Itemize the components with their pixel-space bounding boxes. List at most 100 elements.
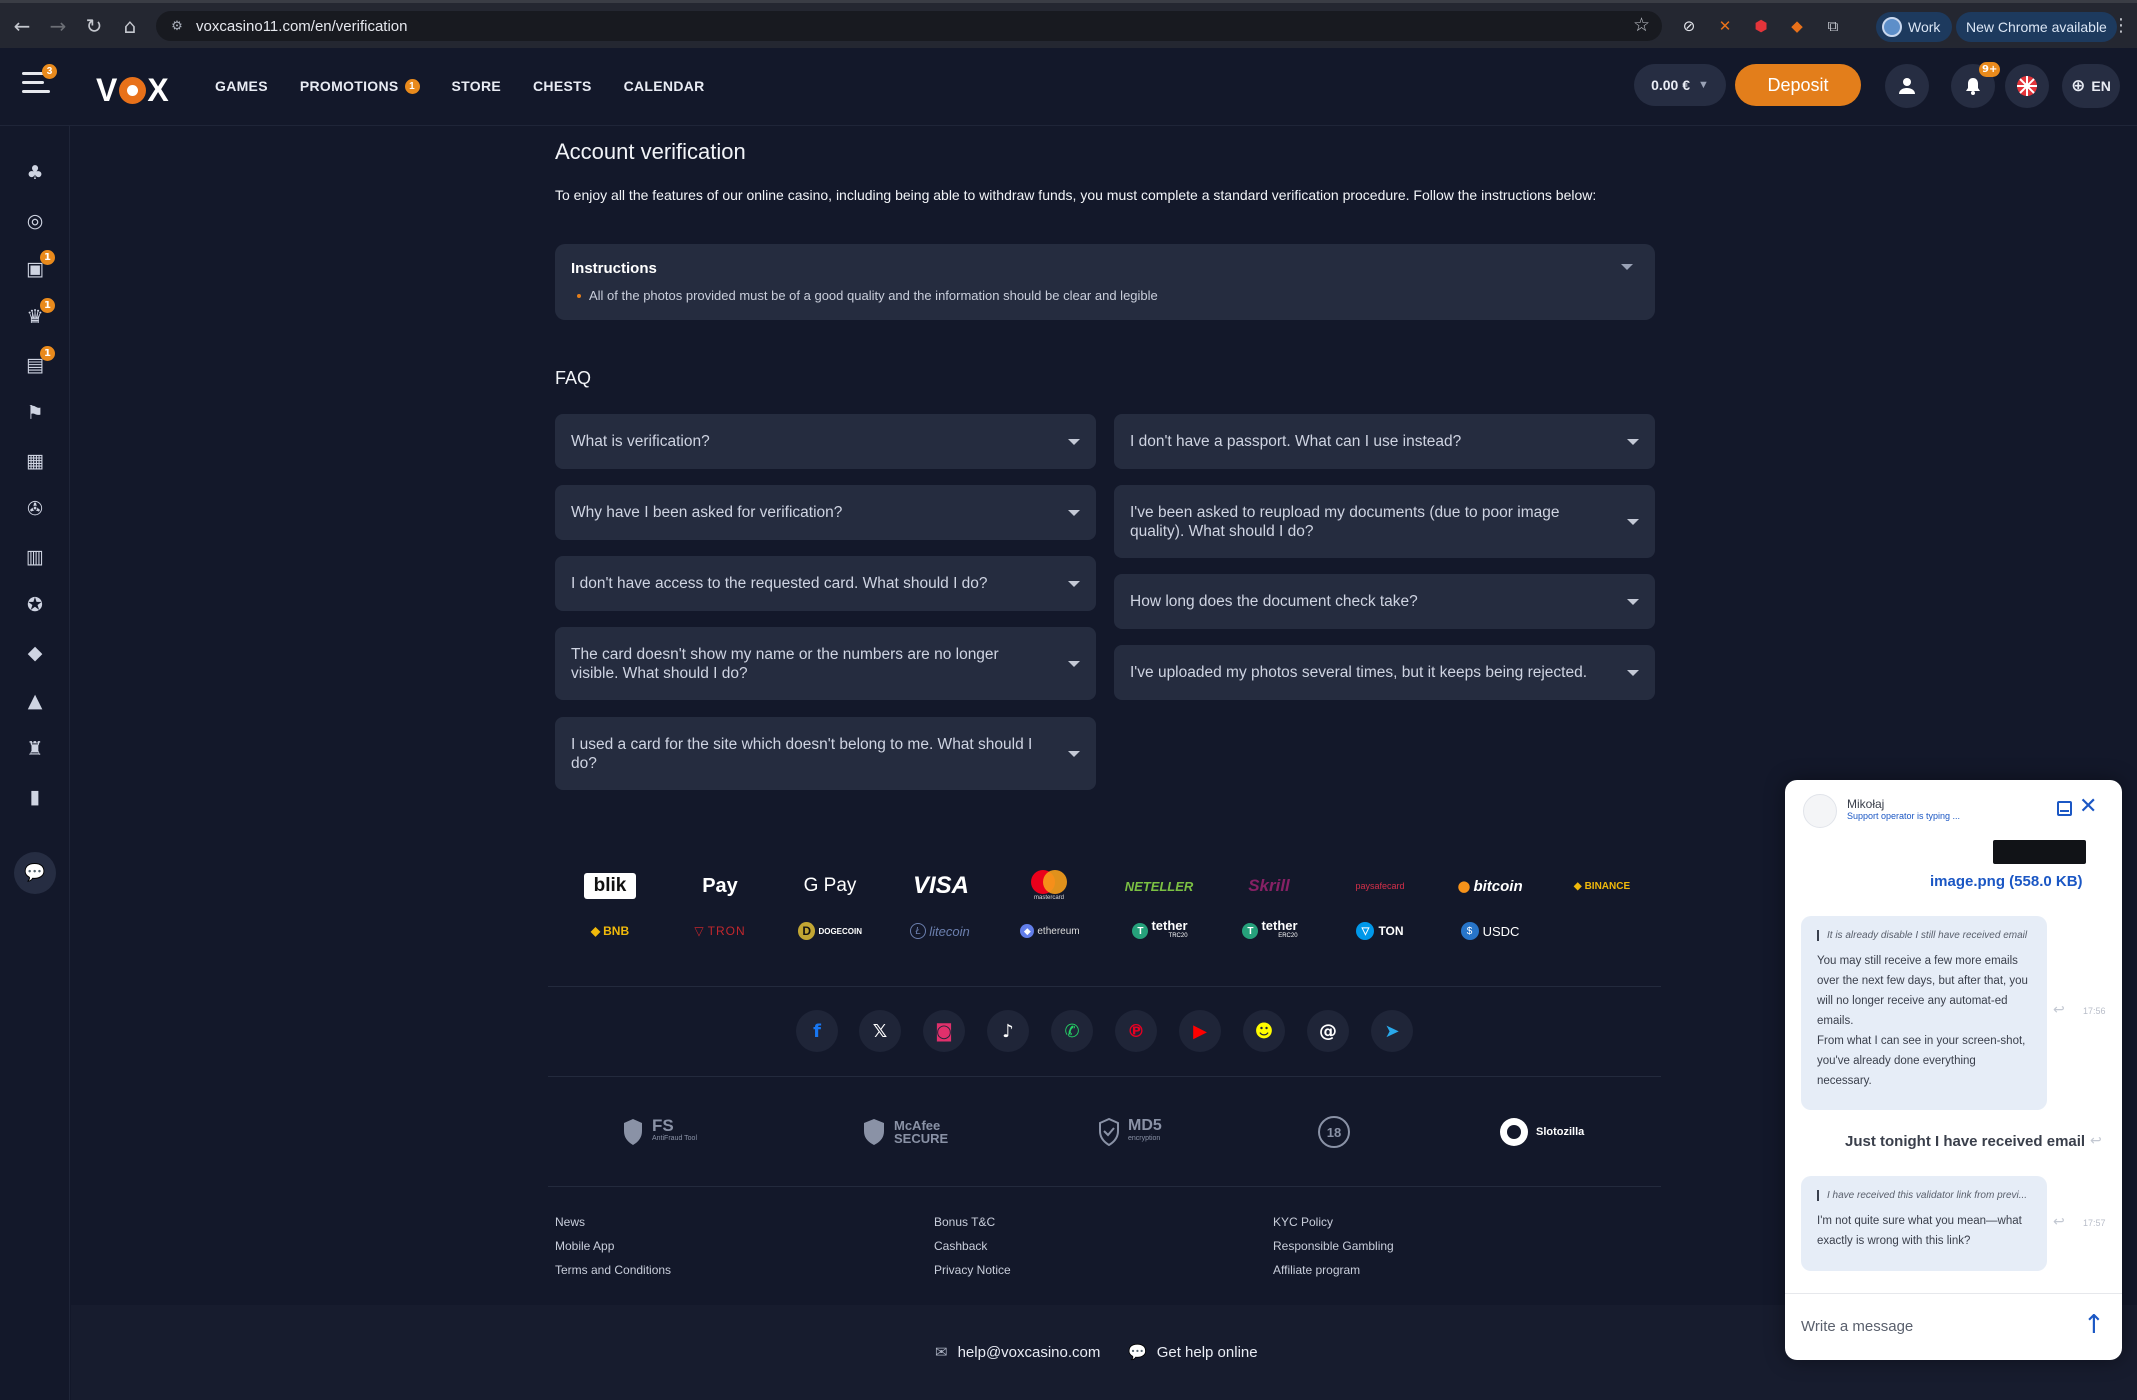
instagram-icon[interactable]: ◙ bbox=[923, 1010, 965, 1052]
attachment-link[interactable]: image.png (558.0 KB) bbox=[1930, 873, 2083, 890]
image-thumbnail[interactable] bbox=[1993, 840, 2086, 864]
telegram-icon[interactable]: ➤ bbox=[1371, 1010, 1413, 1052]
snapchat-icon[interactable]: ☻ bbox=[1243, 1010, 1285, 1052]
footer-link-terms[interactable]: Terms and Conditions bbox=[555, 1263, 671, 1277]
youtube-icon[interactable]: ▶ bbox=[1179, 1010, 1221, 1052]
footer-link-mobile-app[interactable]: Mobile App bbox=[555, 1239, 614, 1253]
message-time: 17:56 bbox=[2083, 1006, 2106, 1016]
faq-item[interactable]: The card doesn't show my name or the num… bbox=[555, 627, 1096, 700]
language-code: EN bbox=[2091, 78, 2111, 94]
badge-icon[interactable]: ✪ bbox=[20, 590, 50, 620]
footer-link-privacy[interactable]: Privacy Notice bbox=[934, 1263, 1011, 1277]
leaderboard-icon[interactable]: ▮ bbox=[20, 782, 50, 812]
store-icon[interactable]: ▥ bbox=[20, 542, 50, 572]
whatsapp-icon[interactable]: ✆ bbox=[1051, 1010, 1093, 1052]
tiktok-icon[interactable]: ♪ bbox=[987, 1010, 1029, 1052]
apple-pay-logo: Pay bbox=[690, 873, 750, 899]
envelope-icon: ✉ bbox=[935, 1343, 948, 1361]
footer-link-cashback[interactable]: Cashback bbox=[934, 1239, 987, 1253]
footer-link-kyc[interactable]: KYC Policy bbox=[1273, 1215, 1333, 1229]
x-icon[interactable]: 𝕏 bbox=[859, 1010, 901, 1052]
extensions-puzzle-icon[interactable]: ⧉ bbox=[1822, 15, 1844, 37]
profile-chip[interactable]: Work bbox=[1876, 12, 1953, 42]
email-contact[interactable]: ✉ help@voxcasino.com bbox=[935, 1343, 1100, 1361]
race-flag-icon[interactable]: ⚑ bbox=[20, 398, 50, 428]
nav-store-label: STORE bbox=[451, 78, 501, 94]
back-arrow-icon[interactable]: ← bbox=[4, 8, 40, 44]
extension-x-icon[interactable]: ✕ bbox=[1714, 15, 1736, 37]
diamond-icon[interactable]: ◆ bbox=[20, 638, 50, 668]
home-icon[interactable]: ⌂ bbox=[112, 8, 148, 44]
language-selector[interactable]: ⊕ EN bbox=[2062, 64, 2120, 108]
faq-item[interactable]: How long does the document check take? bbox=[1114, 574, 1655, 629]
address-url[interactable]: voxcasino11.com/en/verification bbox=[196, 18, 408, 35]
close-icon[interactable]: ✕ bbox=[2079, 794, 2097, 819]
nav-promotions[interactable]: PROMOTIONS 1 bbox=[300, 78, 420, 94]
forward-arrow-icon[interactable]: → bbox=[40, 8, 76, 44]
bnb-logo: ◆ BNB bbox=[584, 918, 636, 944]
calendar-icon[interactable]: ▦ bbox=[20, 446, 50, 476]
faq-item[interactable]: Why have I been asked for verification? bbox=[555, 485, 1096, 540]
faq-item[interactable]: I've been asked to reupload my documents… bbox=[1114, 485, 1655, 558]
more-menu-icon[interactable]: ⋮ bbox=[2112, 15, 2130, 36]
faq-item[interactable]: I don't have access to the requested car… bbox=[555, 556, 1096, 611]
message-text: You may still receive a few more emails … bbox=[1817, 955, 2028, 1087]
footer-link-bonus-tc[interactable]: Bonus T&C bbox=[934, 1215, 995, 1229]
extension-shield-icon[interactable]: ⬢ bbox=[1750, 15, 1772, 37]
send-arrow-icon[interactable]: ↑ bbox=[2083, 1310, 2105, 1340]
address-bar[interactable]: ⚙ voxcasino11.com/en/verification ☆ bbox=[156, 11, 1662, 41]
threads-icon[interactable]: @ bbox=[1307, 1010, 1349, 1052]
nav-chests[interactable]: CHESTS bbox=[533, 78, 592, 94]
intro-text: To enjoy all the features of our online … bbox=[555, 187, 1597, 203]
menu-burger-icon[interactable]: 3 bbox=[22, 64, 57, 94]
chevron-down-icon[interactable] bbox=[1621, 264, 1633, 270]
roulette-icon[interactable]: ◎ bbox=[20, 206, 50, 236]
vox-logo[interactable]: VX bbox=[96, 72, 170, 109]
nav-store[interactable]: STORE bbox=[452, 78, 501, 94]
reply-icon[interactable]: ↩ bbox=[2053, 1002, 2065, 1018]
gift-icon[interactable]: ▣ 1 bbox=[20, 250, 55, 284]
bnb-icon: ◆ bbox=[590, 924, 601, 938]
facebook-icon[interactable]: f bbox=[796, 1010, 838, 1052]
help-online-link[interactable]: 💬 Get help online bbox=[1128, 1343, 1258, 1361]
update-chrome-button[interactable]: New Chrome available bbox=[1956, 12, 2117, 42]
footer-link-news[interactable]: News bbox=[555, 1215, 585, 1229]
deposit-button[interactable]: Deposit bbox=[1735, 64, 1861, 106]
faq-question: The card doesn't show my name or the num… bbox=[571, 645, 999, 682]
user-icon[interactable] bbox=[1885, 64, 1929, 108]
message-input[interactable]: Write a message bbox=[1801, 1318, 1913, 1335]
minimize-icon[interactable] bbox=[2057, 801, 2072, 816]
reload-icon[interactable]: ↻ bbox=[76, 8, 112, 44]
faq-item[interactable]: What is verification? bbox=[555, 414, 1096, 469]
faq-question: What is verification? bbox=[571, 433, 710, 450]
instructions-panel[interactable]: Instructions All of the photos provided … bbox=[555, 244, 1655, 320]
reply-icon[interactable]: ↩ bbox=[2053, 1214, 2065, 1230]
site-info-icon[interactable]: ⚙ bbox=[168, 17, 186, 35]
tournament-icon[interactable]: ♜ bbox=[20, 734, 50, 764]
extension-link-icon[interactable]: ⊘ bbox=[1678, 15, 1700, 37]
nav-calendar[interactable]: CALENDAR bbox=[624, 78, 705, 94]
footer-link-affiliate[interactable]: Affiliate program bbox=[1273, 1263, 1360, 1277]
extension-fox-icon[interactable]: ◆ bbox=[1786, 15, 1808, 37]
footer-link-responsible-gambling[interactable]: Responsible Gambling bbox=[1273, 1239, 1394, 1253]
bookmark-star-icon[interactable]: ☆ bbox=[1633, 14, 1650, 36]
balance-dropdown[interactable]: 0.00 € ▼ bbox=[1634, 64, 1726, 106]
wheel-bonus-icon[interactable] bbox=[2005, 64, 2049, 108]
notifications-bell-icon[interactable]: 9+ bbox=[1951, 62, 2001, 108]
nav-games[interactable]: GAMES bbox=[215, 78, 268, 94]
pinterest-icon[interactable]: ℗ bbox=[1115, 1010, 1157, 1052]
faq-item[interactable]: I've uploaded my photos several times, b… bbox=[1114, 645, 1655, 700]
reply-icon[interactable]: ↩ bbox=[2090, 1133, 2102, 1149]
chest-icon[interactable]: ▤ 1 bbox=[20, 346, 55, 380]
wheel-icon[interactable]: ✇ bbox=[20, 494, 50, 524]
cherries-icon[interactable]: ♣ bbox=[20, 158, 50, 188]
quoted-message: It is already disable I still have recei… bbox=[1817, 930, 2031, 941]
slotozilla-badge: Slotozilla bbox=[1500, 1114, 1584, 1150]
chat-icon[interactable]: 💬 bbox=[14, 852, 56, 894]
faq-item[interactable]: I don't have a passport. What can I use … bbox=[1114, 414, 1655, 469]
trophy-icon[interactable]: ♛ 1 bbox=[20, 298, 55, 332]
lock-icon[interactable]: ▲ bbox=[20, 686, 50, 716]
gift-badge: 1 bbox=[40, 250, 55, 265]
check-shield-icon bbox=[1099, 1118, 1119, 1146]
faq-item[interactable]: I used a card for the site which doesn't… bbox=[555, 717, 1096, 790]
